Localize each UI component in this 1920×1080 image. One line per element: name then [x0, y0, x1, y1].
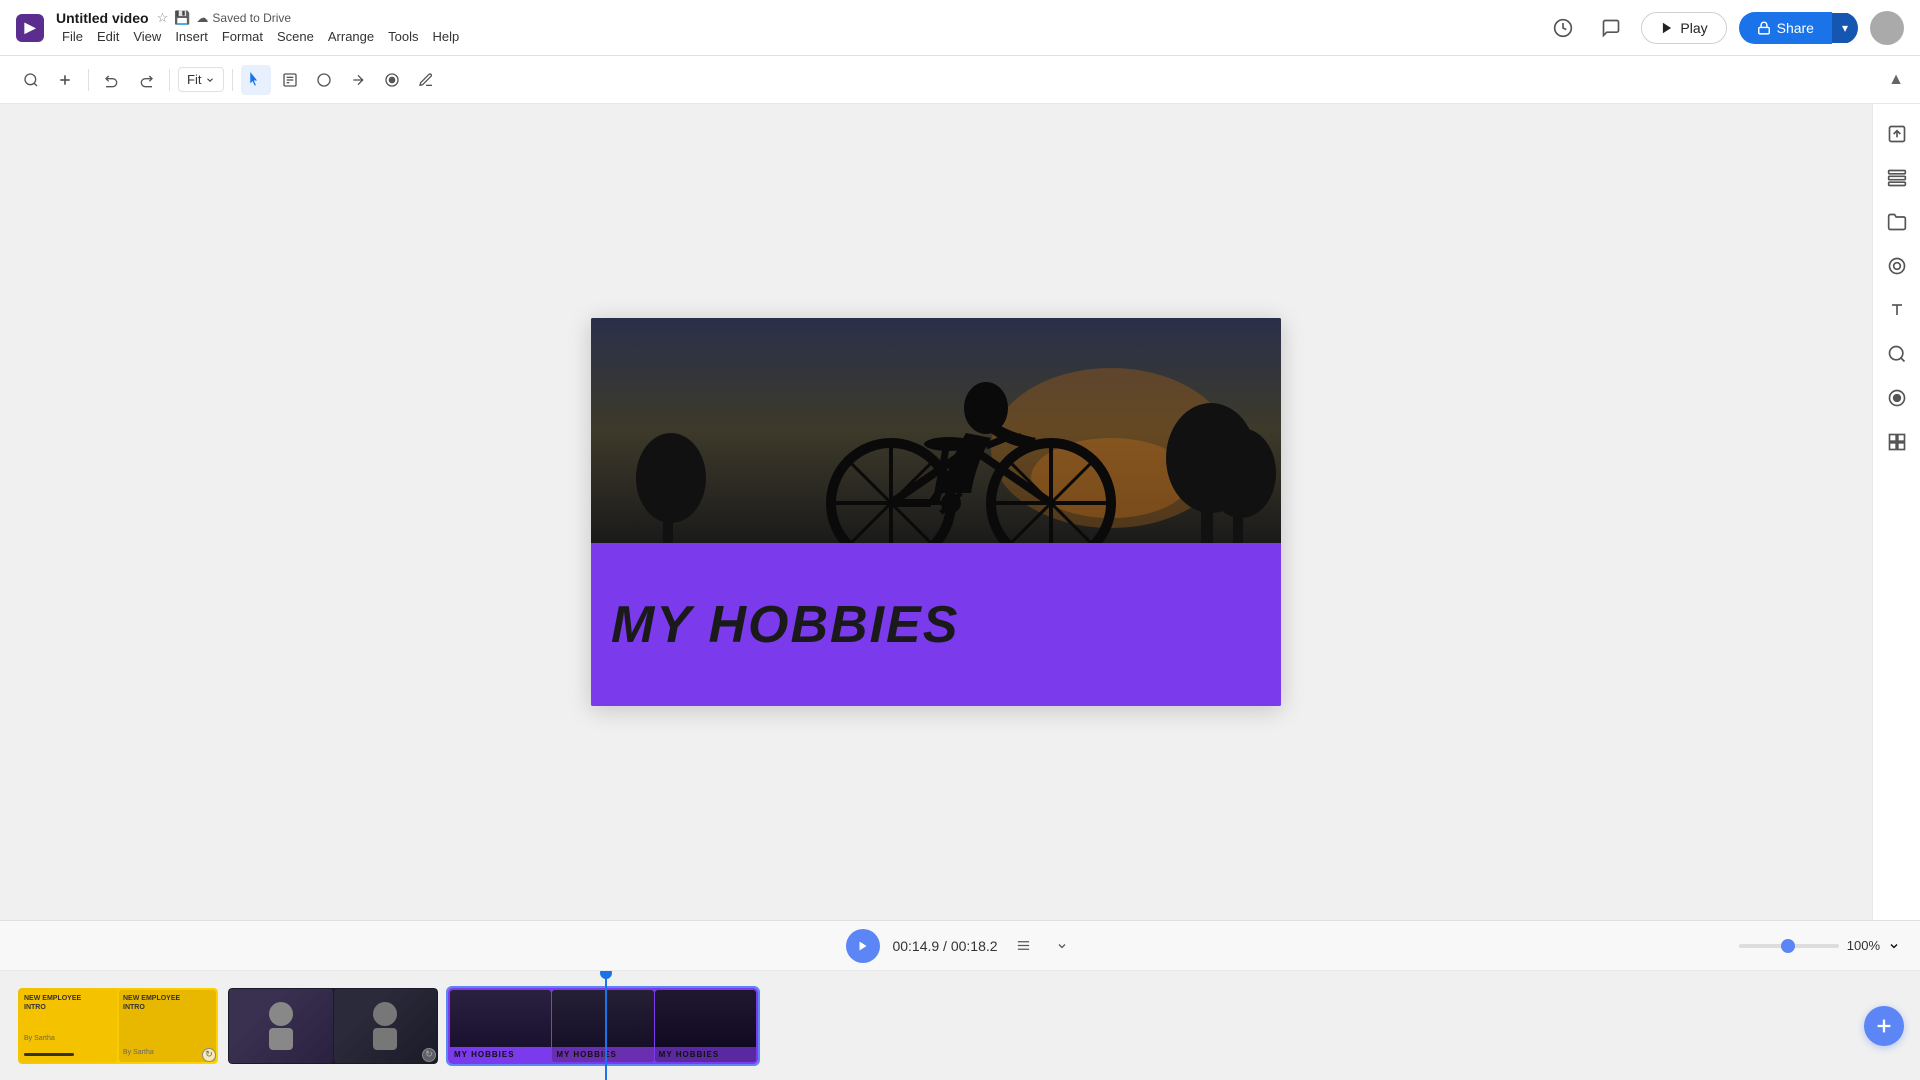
user-avatar[interactable] [1870, 11, 1904, 45]
fill-tool-button[interactable] [377, 65, 407, 95]
select-tool-button[interactable] [241, 65, 271, 95]
record-panel-button[interactable] [1879, 380, 1915, 416]
zoom-chevron-icon[interactable] [1888, 940, 1900, 952]
toolbar: Fit ▲ [0, 56, 1920, 104]
history-button[interactable] [1545, 10, 1581, 46]
clip-loop-icon-1: ↻ [202, 1048, 216, 1062]
pencil-tool-button[interactable] [411, 65, 441, 95]
title-bar: ▶ Untitled video ☆ 💾 ☁ Saved to Drive Fi… [0, 0, 1920, 56]
timeline-more-button[interactable] [1050, 932, 1074, 960]
share-dropdown-button[interactable]: ▾ [1832, 13, 1858, 43]
video-section [591, 318, 1281, 543]
folder-panel-button[interactable] [1879, 204, 1915, 240]
add-element-button[interactable] [50, 65, 80, 95]
main-area: MY HOBBIES [0, 104, 1920, 920]
app-logo-icon: ▶ [25, 19, 36, 36]
add-scene-button[interactable] [1864, 1006, 1904, 1046]
layers-panel-button[interactable] [1879, 160, 1915, 196]
time-display: 00:14.9 / 00:18.2 [892, 938, 997, 954]
share-button-group: Share ▾ [1739, 12, 1858, 44]
text-tool-button[interactable] [275, 65, 305, 95]
toolbar-separator-2 [169, 69, 170, 91]
zoom-slider-thumb [1781, 939, 1795, 953]
menu-tools[interactable]: Tools [382, 28, 424, 45]
titlebar-right: Play Share ▾ [1545, 10, 1904, 46]
menu-arrange[interactable]: Arrange [322, 28, 380, 45]
timeline-controls: 00:14.9 / 00:18.2 100% [0, 921, 1920, 971]
search-panel-button[interactable] [1879, 336, 1915, 372]
zoom-percent-label: 100% [1847, 938, 1880, 953]
cloud-icon: ☁ [196, 11, 208, 25]
menu-insert[interactable]: Insert [169, 28, 214, 45]
fit-zoom-select[interactable]: Fit [178, 67, 224, 92]
fit-zoom-label: Fit [187, 72, 201, 87]
redo-button[interactable] [131, 65, 161, 95]
canvas-area[interactable]: MY HOBBIES [0, 104, 1872, 920]
menu-bar: File Edit View Insert Format Scene Arran… [56, 28, 465, 45]
toolbar-collapse-button[interactable]: ▲ [1888, 71, 1904, 89]
share-button[interactable]: Share [1739, 12, 1832, 44]
title-row: Untitled video ☆ 💾 ☁ Saved to Drive [56, 10, 465, 26]
menu-view[interactable]: View [127, 28, 167, 45]
zoom-in-button[interactable] [16, 65, 46, 95]
saved-to-drive-label: Saved to Drive [212, 11, 291, 25]
toolbar-separator-3 [232, 69, 233, 91]
undo-button[interactable] [97, 65, 127, 95]
menu-edit[interactable]: Edit [91, 28, 125, 45]
timeline-right-controls: 100% [1739, 938, 1900, 953]
menu-help[interactable]: Help [426, 28, 465, 45]
zoom-slider[interactable] [1739, 944, 1839, 948]
share-label: Share [1777, 20, 1814, 36]
play-label: Play [1680, 20, 1707, 36]
text-panel-button[interactable] [1879, 292, 1915, 328]
zoom-slider-wrapper [1739, 944, 1839, 948]
star-icon[interactable]: ☆ [157, 10, 169, 26]
comment-button[interactable] [1593, 10, 1629, 46]
menu-file[interactable]: File [56, 28, 89, 45]
clip-group-person[interactable]: ↻ [226, 986, 440, 1066]
template-panel-button[interactable] [1879, 424, 1915, 460]
canvas-frame: MY HOBBIES [591, 318, 1281, 706]
arrow-draw-button[interactable] [343, 65, 373, 95]
save-local-icon[interactable]: 💾 [174, 10, 190, 26]
right-panel [1872, 104, 1920, 920]
toolbar-separator-1 [88, 69, 89, 91]
playhead [605, 971, 607, 1080]
title-icons: ☆ 💾 ☁ Saved to Drive [157, 10, 292, 26]
app-logo: ▶ [16, 14, 44, 42]
play-button[interactable]: Play [1641, 12, 1726, 44]
menu-scene[interactable]: Scene [271, 28, 320, 45]
cloud-save-icon: ☁ Saved to Drive [196, 11, 291, 25]
clip-group-hobbies[interactable]: MY HOBBIES MY HOBBIES MY HOBBIES [446, 986, 760, 1066]
title-lower-section: MY HOBBIES [591, 543, 1281, 706]
timeline-track-area: NEW EMPLOYEEINTRO By Sartha NEW EMPLOYEE… [0, 971, 1920, 1080]
assets-panel-button[interactable] [1879, 248, 1915, 284]
circle-draw-button[interactable] [309, 65, 339, 95]
video-title[interactable]: Untitled video [56, 10, 149, 26]
timeline-play-button[interactable] [846, 929, 880, 963]
clip-loop-icon-2: ↻ [422, 1048, 436, 1062]
canvas-main-title: MY HOBBIES [611, 599, 959, 651]
timeline-settings-button[interactable] [1010, 932, 1038, 960]
title-section: Untitled video ☆ 💾 ☁ Saved to Drive File… [56, 10, 465, 45]
menu-format[interactable]: Format [216, 28, 269, 45]
clip-group-yellow[interactable]: NEW EMPLOYEEINTRO By Sartha NEW EMPLOYEE… [16, 986, 220, 1066]
timeline: 00:14.9 / 00:18.2 100% NEW EMPLOYEEINTRO [0, 920, 1920, 1080]
upload-panel-button[interactable] [1879, 116, 1915, 152]
